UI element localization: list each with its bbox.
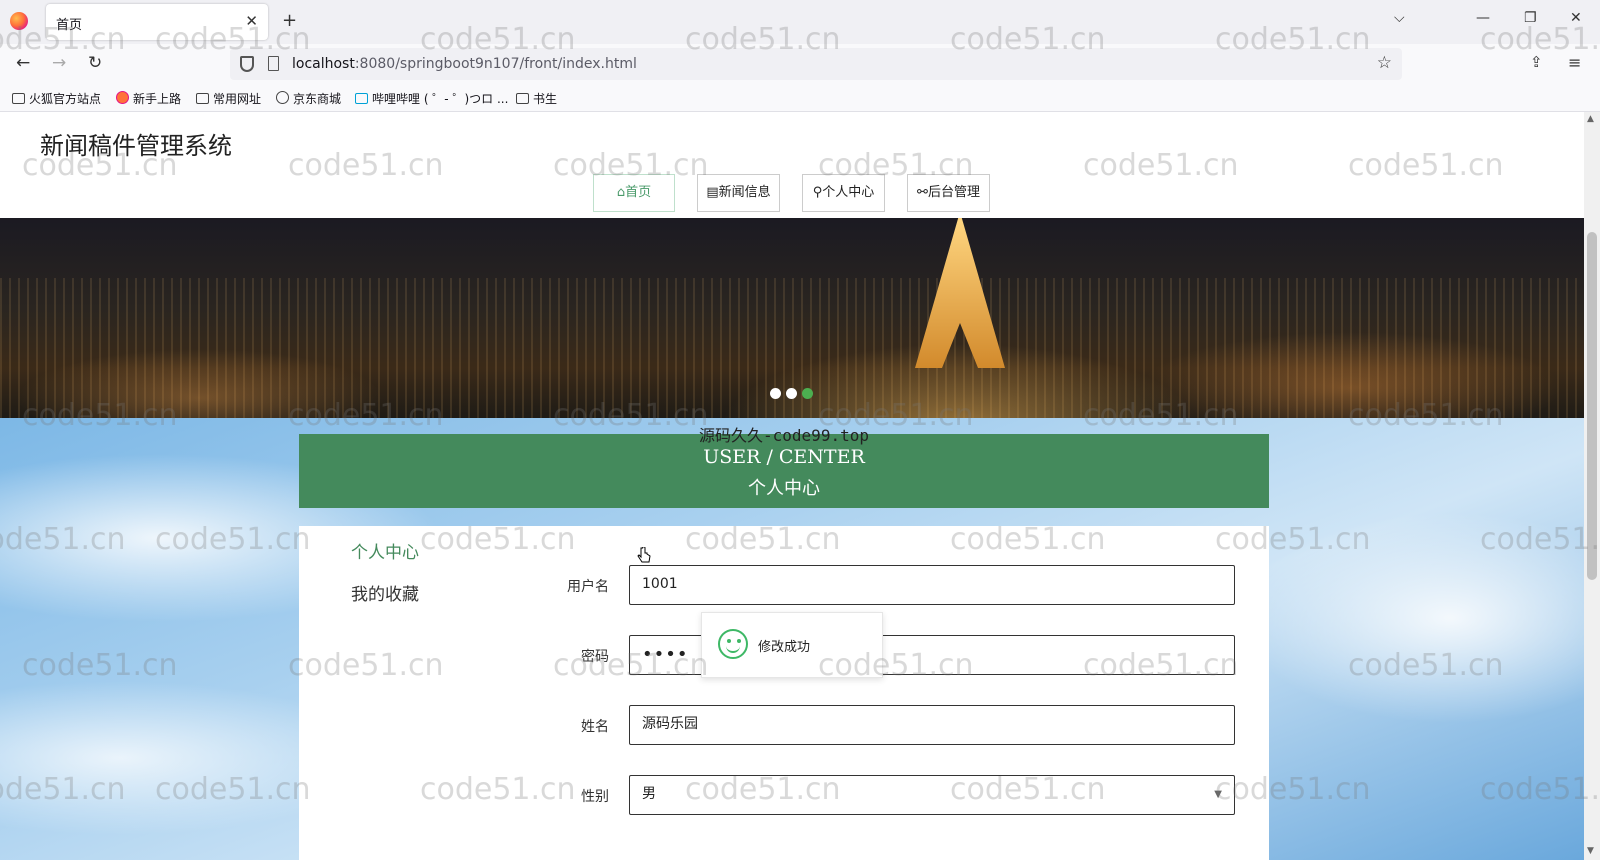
- folder-icon: [196, 93, 209, 104]
- gender-value: 男: [642, 786, 656, 802]
- globe-icon: [276, 91, 289, 104]
- tracking-shield-icon[interactable]: [240, 56, 254, 72]
- bookmark-item[interactable]: 京东商城: [276, 90, 341, 107]
- tab-close-icon[interactable]: ✕: [245, 12, 258, 30]
- section-title-en: USER / CENTER: [703, 446, 865, 468]
- section-title-zh: 个人中心: [748, 478, 820, 499]
- carousel-dot[interactable]: [770, 388, 781, 399]
- side-menu-user-center[interactable]: 个人中心: [351, 538, 419, 563]
- name-label: 姓名: [581, 719, 609, 735]
- side-menu-favorites[interactable]: 我的收藏: [351, 580, 419, 605]
- web-page: 新闻稿件管理系统 ⌂首页 ▤新闻信息 ⚲个人中心 ⚯后台管理 源码久久-code…: [0, 112, 1584, 860]
- browser-nav-bar: ← → ↻ localhost:8080/springboot9n107/fro…: [0, 44, 1600, 84]
- url-text[interactable]: localhost:8080/springboot9n107/front/ind…: [292, 56, 637, 72]
- home-icon: ⌂: [616, 185, 626, 200]
- password-label: 密码: [581, 649, 609, 665]
- extensions-icon[interactable]: ⇪: [1530, 53, 1543, 71]
- bookmark-item[interactable]: 哔哩哔哩 ( ゜- ゜)つロ ...: [355, 90, 508, 107]
- restore-icon[interactable]: ❐: [1524, 10, 1537, 26]
- url-host: localhost: [292, 56, 355, 72]
- user-center-panel: 个人中心 我的收藏 用户名 1001 密码 •••• 姓名 源码乐园 性别 男 …: [299, 526, 1269, 860]
- page-info-icon[interactable]: [268, 56, 279, 71]
- bookmark-star-icon[interactable]: ☆: [1377, 53, 1392, 73]
- username-field[interactable]: 1001: [629, 565, 1235, 605]
- new-tab-button[interactable]: +: [282, 10, 297, 31]
- address-bar[interactable]: localhost:8080/springboot9n107/front/ind…: [230, 48, 1402, 80]
- overlay-watermark-text: 源码久久-code99.top: [699, 426, 869, 445]
- scroll-up-icon[interactable]: ▲: [1587, 114, 1594, 124]
- bilibili-icon: [355, 93, 368, 104]
- scroll-down-icon[interactable]: ▼: [1587, 846, 1594, 856]
- link-icon: ⚯: [917, 185, 928, 200]
- scrollbar-thumb[interactable]: [1587, 232, 1597, 580]
- bookmark-item[interactable]: 常用网址: [196, 90, 261, 107]
- nav-news-button[interactable]: ▤新闻信息: [697, 174, 780, 212]
- chevron-down-icon: ▼: [1214, 789, 1222, 800]
- gift-icon: ▤: [706, 185, 719, 200]
- nav-admin-button[interactable]: ⚯后台管理: [907, 174, 990, 212]
- success-toast: 修改成功: [701, 612, 883, 678]
- nav-home-button[interactable]: ⌂首页: [593, 174, 675, 212]
- user-icon: ⚲: [812, 185, 823, 200]
- hand-cursor-icon: [637, 547, 651, 563]
- browser-tab-bar: 首页 ✕ + ⌵ — ❐ ✕: [0, 0, 1600, 44]
- minimize-icon[interactable]: —: [1476, 10, 1490, 26]
- forward-arrow-icon[interactable]: →: [52, 53, 66, 73]
- tab-title: 首页: [56, 18, 83, 33]
- nav-user-center-button[interactable]: ⚲个人中心: [802, 174, 885, 212]
- gender-label: 性别: [581, 789, 609, 805]
- username-label: 用户名: [567, 579, 609, 595]
- url-path: :8080/springboot9n107/front/index.html: [354, 56, 637, 72]
- firefox-icon: [116, 91, 129, 104]
- nav-label: 个人中心: [822, 185, 875, 200]
- toast-message: 修改成功: [758, 640, 811, 655]
- firefox-logo-icon: [10, 12, 28, 30]
- bookmark-item[interactable]: 新手上路: [116, 90, 181, 107]
- site-title: 新闻稿件管理系统: [40, 132, 232, 160]
- carousel-dot[interactable]: [786, 388, 797, 399]
- app-menu-icon[interactable]: ≡: [1568, 53, 1581, 72]
- name-field[interactable]: 源码乐园: [629, 705, 1235, 745]
- reload-icon[interactable]: ↻: [88, 53, 102, 73]
- bookmark-item[interactable]: 书生: [516, 90, 557, 107]
- carousel-dot-active[interactable]: [802, 388, 813, 399]
- user-center-header: 源码久久-code99.top USER / CENTER 个人中心: [299, 426, 1269, 508]
- bookmarks-toolbar: 火狐官方站点 新手上路 常用网址 京东商城 哔哩哔哩 ( ゜- ゜)つロ ...…: [0, 84, 1600, 112]
- carousel-indicators: [770, 388, 818, 403]
- back-arrow-icon[interactable]: ←: [16, 53, 30, 73]
- folder-icon: [516, 93, 529, 104]
- nav-label: 新闻信息: [718, 185, 771, 200]
- nav-label: 后台管理: [927, 185, 980, 200]
- gender-select[interactable]: 男 ▼: [629, 775, 1235, 815]
- bookmark-item[interactable]: 火狐官方站点: [12, 90, 101, 107]
- folder-icon: [12, 93, 25, 104]
- window-close-icon[interactable]: ✕: [1570, 10, 1582, 26]
- page-scrollbar[interactable]: ▲ ▼: [1584, 112, 1600, 860]
- nav-label: 首页: [625, 185, 652, 200]
- banner-carousel[interactable]: [0, 218, 1584, 418]
- list-tabs-chevron-icon[interactable]: ⌵: [1394, 10, 1405, 26]
- smile-icon: [718, 629, 748, 659]
- browser-tab[interactable]: 首页 ✕: [46, 4, 268, 40]
